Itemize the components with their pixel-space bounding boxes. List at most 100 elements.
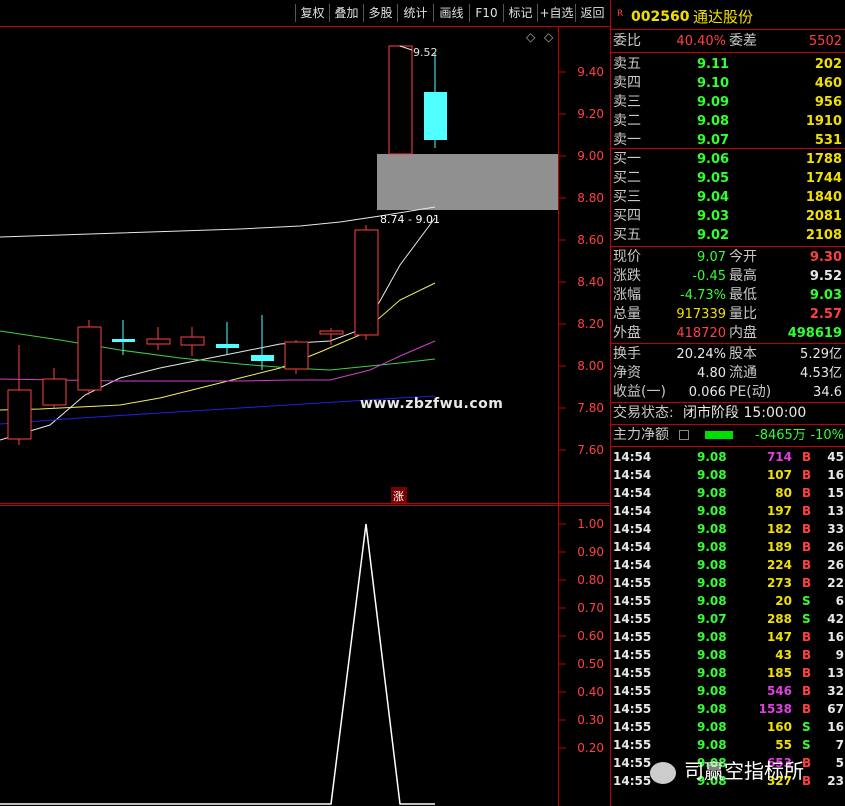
bid-price: 9.06	[697, 152, 730, 167]
tick-price: 9.08	[697, 540, 727, 554]
back-button[interactable]: 返回	[575, 4, 609, 22]
tick-time: 14:55	[613, 738, 652, 752]
bid-volume: 1840	[805, 190, 842, 205]
brand-watermark: 司赢空指标所	[650, 755, 804, 784]
diamond-icon[interactable]: ◇	[544, 30, 554, 44]
candle-up	[77, 326, 102, 391]
statistics-button[interactable]: 统计	[397, 4, 433, 22]
tick-side: B	[802, 522, 812, 536]
bid-label: 买一	[613, 151, 641, 167]
quote-label: 最高	[729, 268, 757, 284]
stats-value: 4.53亿	[800, 366, 842, 381]
tick-volume: 182	[766, 522, 792, 536]
tick-volume: 147	[766, 630, 792, 644]
tick-price: 9.08	[697, 486, 727, 500]
tick-row: 14:54 9.08 189 B 26	[611, 538, 845, 556]
quote-label: 外盘	[613, 325, 641, 341]
tick-time: 14:55	[613, 648, 652, 662]
stats-label: 净资	[613, 365, 641, 381]
indicator-tick: 0.50	[577, 657, 604, 671]
stock-header: R 002560 通达股份	[611, 6, 845, 28]
bid-level: 买五 9.02 2108	[611, 226, 845, 245]
bid-level: 买四 9.03 2081	[611, 207, 845, 226]
ask-label: 卖四	[613, 75, 641, 91]
mark-button[interactable]: 标记	[503, 4, 537, 22]
stats-label: PE(动)	[729, 384, 772, 400]
ask-price: 9.10	[697, 76, 730, 91]
stats-row: 收益(一) 0.066 PE(动) 34.6	[611, 383, 845, 402]
tick-volume: 80	[775, 486, 792, 500]
add-watchlist-button[interactable]: +自选	[537, 4, 575, 22]
tick-side: B	[802, 702, 812, 716]
tick-side: B	[802, 486, 812, 500]
bid-price: 9.05	[697, 171, 730, 186]
tick-time: 14:55	[613, 720, 652, 734]
stats-value: 5.29亿	[800, 347, 842, 362]
candle-down	[216, 344, 239, 348]
tick-price: 9.08	[697, 684, 727, 698]
tick-time: 14:55	[613, 774, 652, 788]
kline-chart[interactable]: 9.40 9.20 9.00 8.80 8.60 8.40 8.20 8.00 …	[0, 26, 610, 806]
tick-price: 9.08	[697, 576, 727, 590]
candle-up	[7, 389, 32, 440]
tick-side: B	[802, 504, 812, 518]
indicator-axis: 1.00 0.90 0.80 0.70 0.60 0.50 0.40 0.30 …	[558, 517, 604, 755]
tick-time: 14:54	[613, 486, 652, 500]
main-flow-value: -8465万	[755, 428, 806, 443]
bid-label: 买二	[613, 170, 641, 186]
limit-up-marker: 涨	[393, 490, 404, 503]
tick-side: B	[802, 450, 812, 464]
tick-volume: 224	[766, 558, 792, 572]
stats-row: 净资 4.80 流通 4.53亿	[611, 364, 845, 383]
brand-text: 司赢空指标所	[684, 759, 804, 783]
indicator-tick: 0.20	[577, 741, 604, 755]
list-icon[interactable]	[679, 430, 689, 440]
tick-price: 9.08	[697, 738, 727, 752]
diamond-icon[interactable]: ◇	[526, 30, 536, 44]
stats-value: 0.066	[688, 385, 726, 400]
restore-rights-button[interactable]: 复权	[295, 4, 329, 22]
main-flow-pct: -10%	[810, 428, 844, 443]
chart-toolbar: 复权 叠加 多股 统计 画线 F10 标记 +自选 返回	[0, 0, 610, 26]
quote-value: 9.07	[697, 250, 726, 265]
quote-row: 外盘 418720 内盘 498619	[611, 324, 845, 343]
wechat-icon	[650, 761, 676, 784]
multi-stock-button[interactable]: 多股	[363, 4, 397, 22]
bid-price: 9.03	[697, 209, 730, 224]
commission-ratio: 40.40%	[676, 34, 726, 49]
tick-time: 14:54	[613, 450, 652, 464]
tick-row: 14:55 9.07 288 S 42	[611, 610, 845, 628]
indicator-tick: 0.80	[577, 573, 604, 587]
bid-level: 买三 9.04 1840	[611, 188, 845, 207]
quote-value: 9.52	[809, 269, 842, 284]
stats-label: 股本	[729, 346, 757, 362]
indicator-tick: 0.70	[577, 601, 604, 615]
candle-up	[42, 378, 67, 406]
quote-row: 现价 9.07 今开 9.30	[611, 248, 845, 267]
quote-label: 最低	[729, 287, 757, 303]
tick-price: 9.08	[697, 450, 727, 464]
tick-count: 16	[827, 630, 844, 644]
tick-count: 23	[827, 774, 844, 788]
tick-time: 14:55	[613, 576, 652, 590]
tick-volume: 197	[766, 504, 792, 518]
bid-level: 买一 9.06 1788	[611, 150, 845, 169]
ask-price: 9.09	[697, 95, 730, 110]
tick-side: S	[802, 738, 811, 752]
tick-count: 16	[827, 468, 844, 482]
tick-count: 45	[827, 450, 844, 464]
tick-time: 14:55	[613, 702, 652, 716]
tick-row: 14:55 9.08 55 S 7	[611, 736, 845, 754]
tick-side: B	[802, 648, 812, 662]
f10-button[interactable]: F10	[469, 4, 503, 22]
tick-row: 14:55 9.08 43 B 9	[611, 646, 845, 664]
draw-line-button[interactable]: 画线	[433, 4, 469, 22]
trade-status-row: 交易状态: 闭市阶段 15:00:00	[613, 405, 807, 421]
tick-count: 42	[827, 612, 844, 626]
stats-value: 20.24%	[676, 347, 726, 362]
overlay-button[interactable]: 叠加	[329, 4, 363, 22]
quote-row: 涨跌 -0.45 最高 9.52	[611, 267, 845, 286]
tick-volume: 189	[766, 540, 792, 554]
tick-row: 14:54 9.08 197 B 13	[611, 502, 845, 520]
bid-volume: 1744	[805, 171, 842, 186]
